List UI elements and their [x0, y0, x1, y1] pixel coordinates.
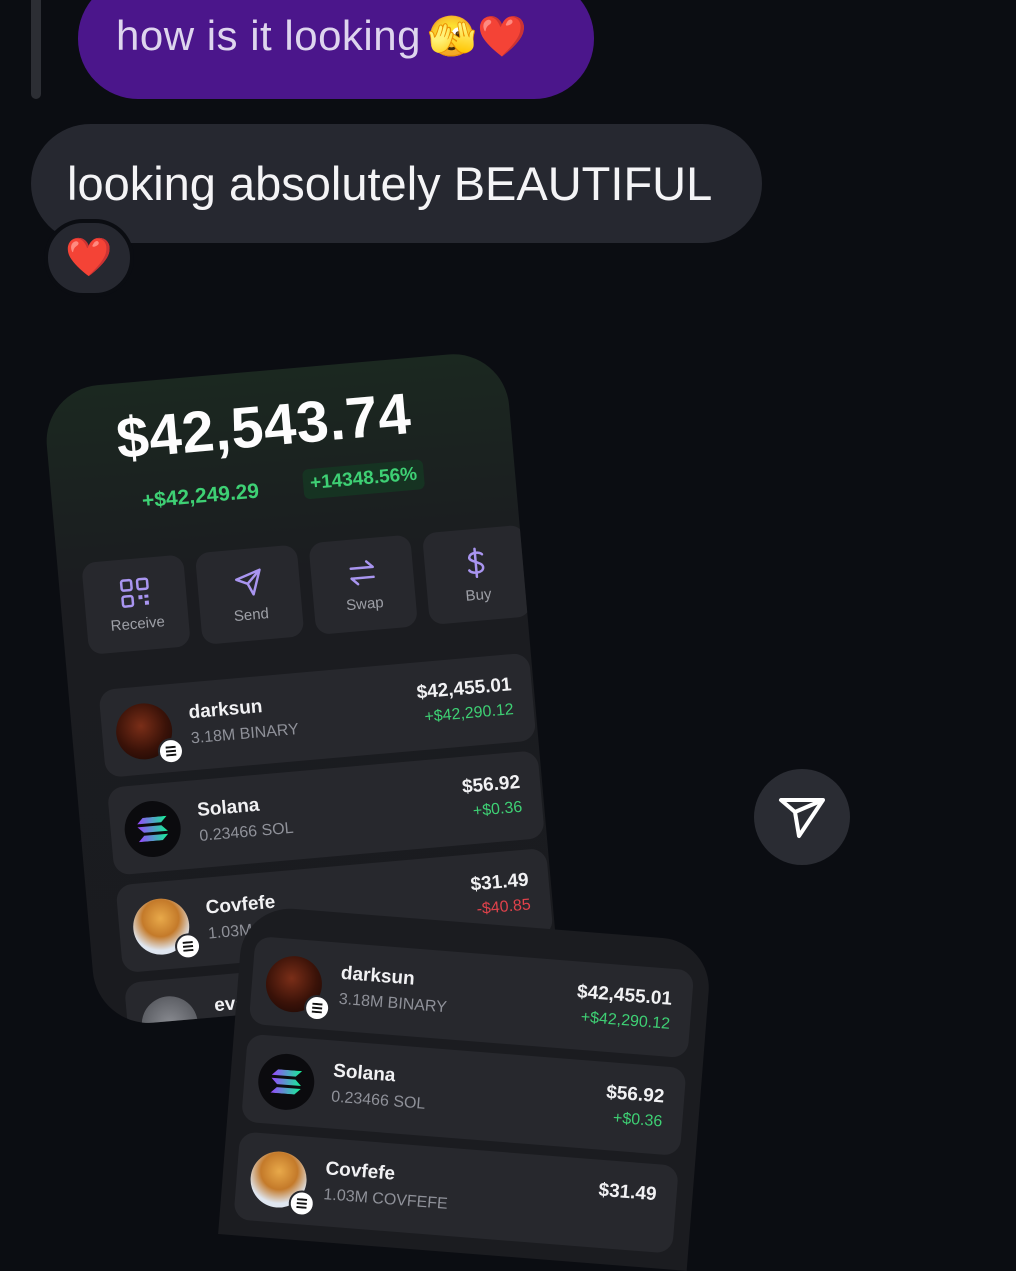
swap-label: Swap: [345, 593, 385, 614]
token-amount: 0.23466 SOL: [198, 819, 295, 845]
token-value: $42,455.01: [576, 981, 673, 1010]
paper-plane-icon: [234, 567, 261, 596]
token-amount: 0.23466 SOL: [330, 1088, 426, 1113]
token-change: +$0.36: [612, 1109, 663, 1131]
solana-badge-icon: [173, 932, 203, 961]
paper-plane-icon: [779, 798, 825, 838]
wallet-change-percent: +14348.56%: [301, 459, 426, 500]
outgoing-message-emoji: 🫣❤️: [426, 15, 528, 59]
buy-button[interactable]: Buy: [421, 524, 532, 626]
outgoing-message-bubble[interactable]: how is it looking 🫣❤️: [78, 0, 594, 99]
receive-label: Receive: [109, 612, 166, 635]
solana-badge-icon: [287, 1189, 316, 1218]
swap-arrows-icon: [349, 559, 375, 585]
token-value: $56.92: [461, 771, 521, 798]
token-change: +$42,290.12: [580, 1008, 671, 1033]
token-value: $42,455.01: [415, 674, 513, 704]
reply-quote-bar: [31, 0, 41, 99]
token-name: Solana: [332, 1060, 397, 1087]
token-value: $31.49: [597, 1179, 658, 1206]
incoming-message-text: looking absolutely BEAUTIFUL: [67, 157, 713, 210]
outgoing-message-text: how is it looking: [116, 12, 421, 59]
token-list-screenshot-image[interactable]: darksun 3.18M BINARY $42,455.01 +$42,290…: [218, 905, 713, 1271]
incoming-message-bubble[interactable]: looking absolutely BEAUTIFUL: [31, 124, 762, 243]
dollar-icon: [467, 547, 485, 578]
token-amount: 1.03M COVFEFE: [322, 1186, 449, 1213]
send-button[interactable]: Send: [194, 544, 305, 645]
token-value: $31.49: [469, 869, 530, 896]
token-change: -$40.85: [475, 896, 532, 919]
token-change: +$0.36: [472, 798, 523, 821]
solana-logo-icon: [122, 798, 184, 860]
heart-reaction-emoji: ❤️: [65, 237, 113, 279]
forward-button[interactable]: [754, 769, 850, 865]
token-amount: 3.18M BINARY: [338, 990, 448, 1017]
wallet-change-amount: +$42,249.29: [141, 479, 261, 513]
token-name: darksun: [187, 696, 264, 724]
buy-label: Buy: [464, 585, 493, 605]
send-label: Send: [233, 604, 270, 625]
token-change: +$42,290.12: [423, 701, 515, 726]
token-value: $56.92: [605, 1082, 666, 1108]
solana-badge-icon: [303, 994, 332, 1023]
eva2-avatar: [139, 993, 201, 1028]
wallet-actions: Receive Send Swap Buy: [81, 524, 532, 655]
solana-logo-icon: [256, 1051, 317, 1112]
token-name: Solana: [196, 794, 261, 822]
swap-button[interactable]: Swap: [308, 534, 419, 636]
token-amount: 3.18M BINARY: [190, 720, 300, 748]
heart-reaction[interactable]: ❤️: [44, 219, 134, 297]
token-name: darksun: [340, 962, 416, 990]
solana-badge-icon: [156, 737, 186, 766]
qr-code-icon: [119, 576, 150, 608]
token-name: Covfefe: [324, 1158, 396, 1185]
receive-button[interactable]: Receive: [81, 554, 191, 655]
token-list: darksun 3.18M BINARY $42,455.01 +$42,290…: [233, 936, 695, 1264]
wallet-balance: $42,543.74: [113, 381, 414, 472]
